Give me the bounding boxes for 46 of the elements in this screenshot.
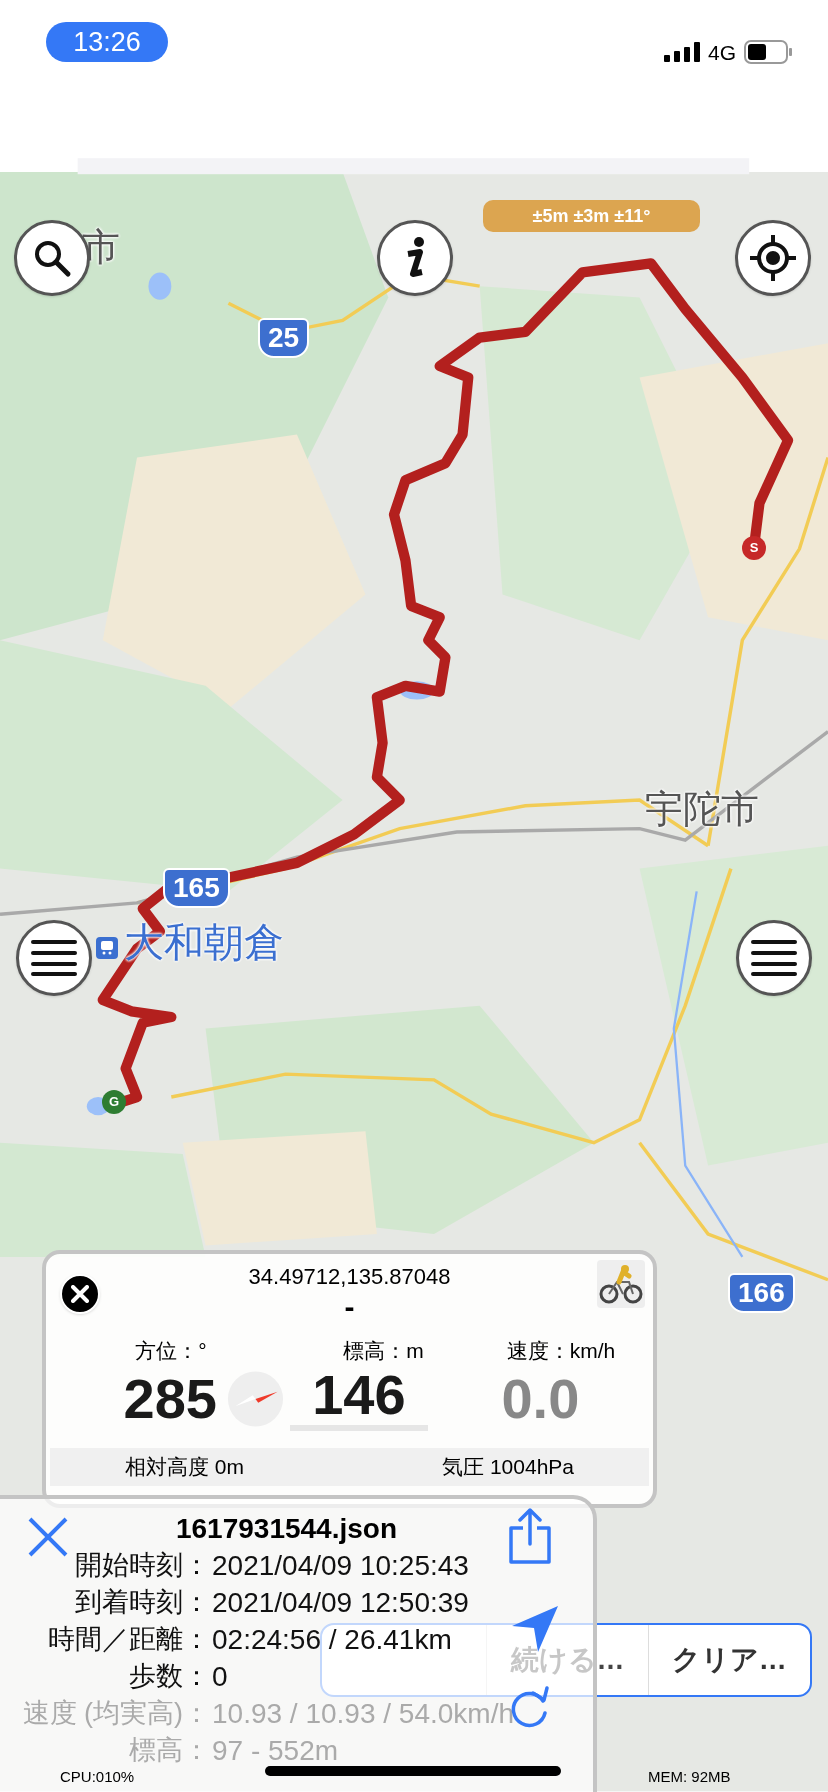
close-icon: [28, 1517, 68, 1557]
field-label: 到着時刻：: [74, 1586, 210, 1620]
field-value: 0: [212, 1659, 228, 1694]
measure-value: 285: [122, 1371, 218, 1427]
memory-usage-text: MEM: 92MB: [648, 1769, 731, 1784]
menu-icon: [751, 939, 797, 977]
relative-altitude-text: 相対高度 0m: [125, 1454, 244, 1481]
close-button[interactable]: [60, 1274, 100, 1314]
train-icon: [96, 937, 118, 959]
field-label: 時間／距離：: [47, 1623, 210, 1657]
status-time: 13:26: [46, 22, 168, 62]
field-label: 速度 (均実高)：: [21, 1697, 210, 1731]
measure-label: 方位：°: [134, 1338, 208, 1364]
compass-icon: [226, 1368, 284, 1430]
pressure-text: 気圧 1004hPa: [442, 1454, 574, 1481]
search-icon: [32, 238, 72, 278]
signal-icon: [664, 42, 700, 62]
place-name: -: [344, 1290, 355, 1324]
measure-label: 標高：m: [342, 1338, 425, 1364]
share-icon: [507, 1508, 553, 1564]
cpu-usage-text: CPU:010%: [60, 1769, 135, 1784]
measure-label: 速度：km/h: [505, 1338, 617, 1364]
accuracy-badge: ±5m ±3m ±11°: [483, 200, 700, 232]
measure-value: 0.0: [500, 1371, 581, 1427]
action-button[interactable]: クリア…: [648, 1625, 810, 1695]
field-label: 開始時刻：: [74, 1549, 210, 1583]
road-shield: 165: [163, 868, 230, 908]
road-shield: 25: [258, 318, 310, 358]
network-label: 4G: [708, 41, 736, 63]
field-value: 10.93 / 10.93 / 54.0km/h: [212, 1696, 514, 1731]
crosshair-icon: [750, 235, 796, 281]
battery-icon: [744, 40, 792, 64]
cyclist-icon: [599, 1264, 643, 1304]
close-icon: [71, 1285, 89, 1303]
menu-icon: [31, 939, 77, 977]
field-label: 標高：: [128, 1734, 210, 1768]
field-value: 2021/04/09 12:50:39: [212, 1585, 469, 1620]
field-label: 歩数：: [128, 1660, 210, 1694]
track-file-name: 1617931544.json: [175, 1512, 398, 1546]
field-value: 02:24:56 / 26.41km: [212, 1622, 452, 1657]
coordinates-text: 34.49712,135.87048: [248, 1264, 451, 1290]
measure-value: 146: [289, 1367, 428, 1431]
field-value: 2021/04/09 10:25:43: [212, 1548, 469, 1583]
field-value: 97 - 552m: [212, 1733, 339, 1768]
lake: [148, 272, 172, 300]
road-shield: 166: [728, 1273, 795, 1313]
